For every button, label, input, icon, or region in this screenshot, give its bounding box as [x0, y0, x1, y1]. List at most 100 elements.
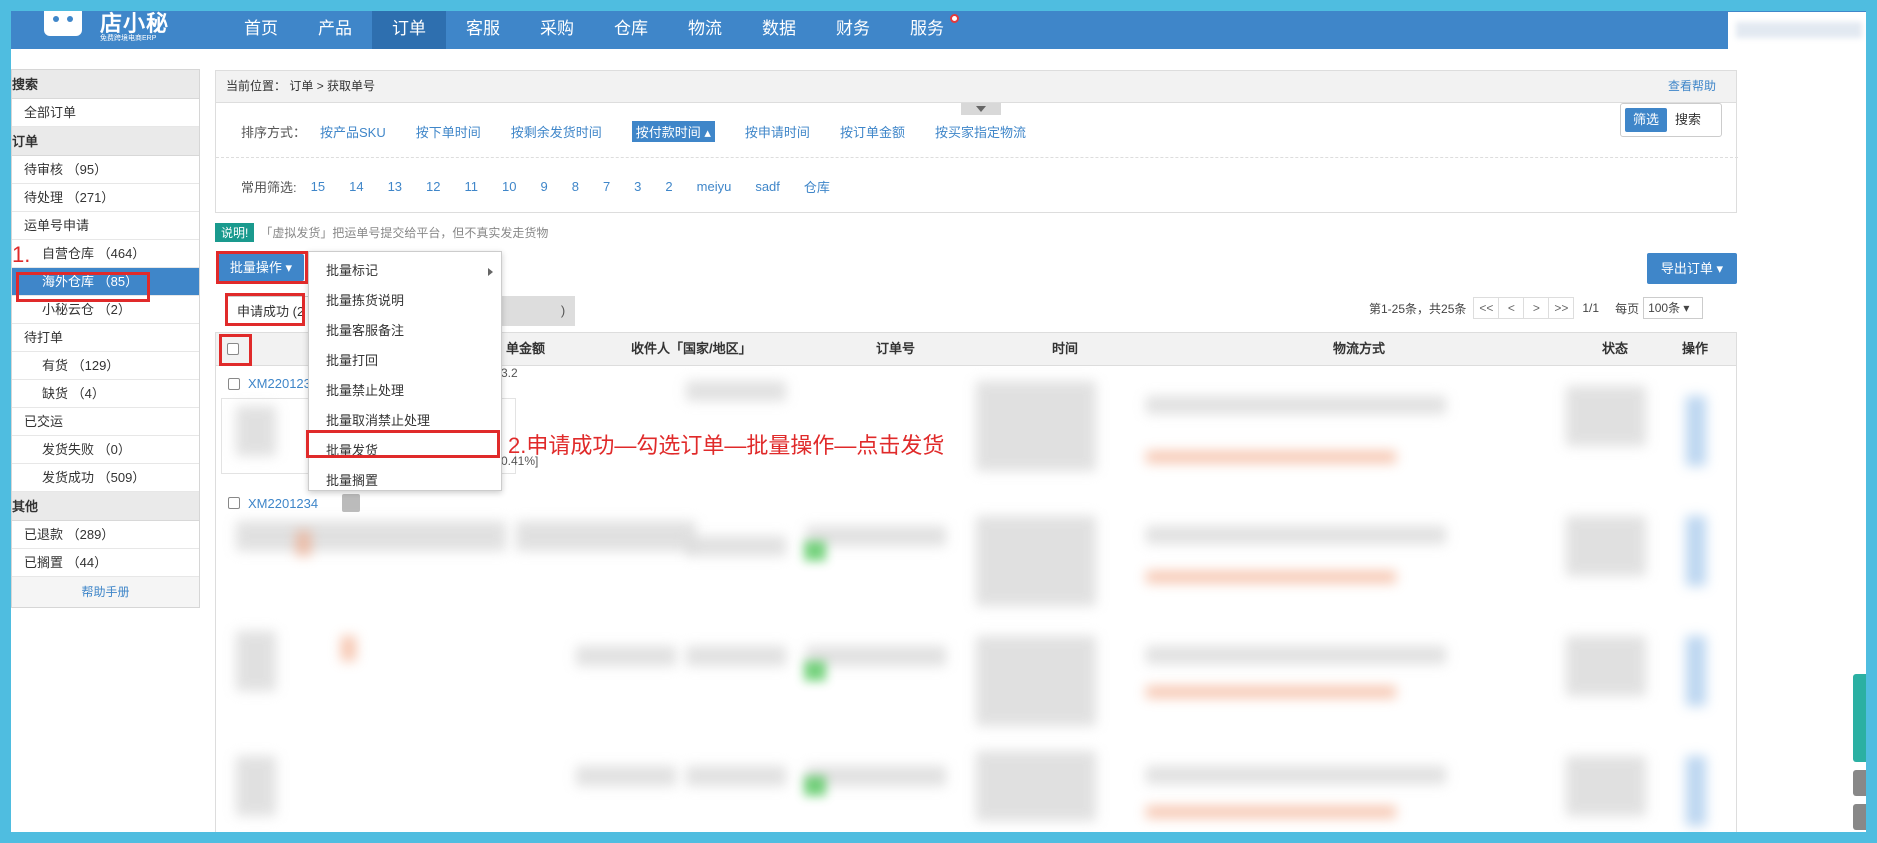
sidebar-item-waybill-apply[interactable]: 运单号申请 [12, 212, 199, 240]
sort-by-apply-time[interactable]: 按申请时间 [745, 122, 810, 141]
sidebar-item-all-orders[interactable]: 全部订单 [12, 99, 199, 127]
menu-item-batch-ship[interactable]: 批量发货 [309, 436, 501, 466]
nav-logistics[interactable]: 物流 [668, 11, 742, 49]
menu-item-batch-hold[interactable]: 批量搁置 [309, 466, 501, 496]
sidebar-item-self-warehouse[interactable]: 自营仓库 （464） [12, 240, 199, 268]
filter-option[interactable]: 9 [540, 179, 547, 194]
filter-option[interactable]: 10 [502, 179, 516, 194]
user-account-area[interactable] [1728, 12, 1872, 49]
breadcrumb-path: 订单 > 获取单号 [289, 79, 376, 93]
col-recipient: 收件人「国家/地区」 [631, 341, 752, 356]
per-page-select[interactable]: 100条 ▾ [1643, 297, 1704, 319]
sidebar-item-overseas-warehouse[interactable]: 海外仓库 （85） [12, 268, 199, 296]
collapse-arrow-icon[interactable] [961, 103, 1001, 115]
nav-warehouse[interactable]: 仓库 [594, 11, 668, 49]
sidebar-item-ship-failed[interactable]: 发货失败 （0） [12, 436, 199, 464]
export-orders-button[interactable]: 导出订单 ▾ [1647, 253, 1737, 284]
menu-item-batch-cs-note[interactable]: 批量客服备注 [309, 316, 501, 346]
sidebar-item-in-stock[interactable]: 有货 （129） [12, 352, 199, 380]
info-note: 说明! 「虚拟发货」把运单号提交给平台，但不真实发走货物 [215, 223, 548, 242]
tab-apply-success[interactable]: 申请成功 (2 [226, 296, 316, 326]
next-page-button[interactable]: > [1523, 297, 1550, 319]
order-number-link[interactable]: XM2201234 [248, 496, 318, 511]
nav-products[interactable]: 产品 [298, 11, 372, 49]
filter-option[interactable]: 14 [349, 179, 363, 194]
nav-orders[interactable]: 订单 [372, 11, 446, 49]
order-row[interactable]: XM2201234 [228, 494, 361, 512]
nav-purchasing[interactable]: 采购 [520, 11, 594, 49]
filter-option[interactable]: 2 [665, 179, 672, 194]
sort-by-remaining-ship-time[interactable]: 按剩余发货时间 [511, 122, 602, 141]
col-status: 状态 [1602, 341, 1629, 356]
top-navbar: 店小秘 免费跨境电商ERP 首页 产品 订单 客服 采购 仓库 物流 数据 财务… [0, 0, 1877, 49]
col-time: 时间 [1052, 341, 1079, 356]
menu-item-batch-return[interactable]: 批量打回 [309, 346, 501, 376]
sidebar-help-link[interactable]: 帮助手册 [12, 577, 199, 607]
side-tool-icon[interactable] [1853, 804, 1866, 830]
nav-customer-service[interactable]: 客服 [446, 11, 520, 49]
sidebar-item-out-of-stock[interactable]: 缺货 （4） [12, 380, 199, 408]
filter-option[interactable]: 12 [426, 179, 440, 194]
logo[interactable]: 店小秘 免费跨境电商ERP [44, 6, 184, 42]
select-all-checkbox[interactable] [227, 343, 239, 357]
filter-option[interactable]: 3 [634, 179, 641, 194]
sort-by-payment-time[interactable]: 按付款时间 ▴ [631, 121, 715, 142]
menu-item-batch-pick-note[interactable]: 批量拣货说明 [309, 286, 501, 316]
note-tag: 说明! [215, 223, 255, 242]
nav-home[interactable]: 首页 [224, 11, 298, 49]
toggle-filter[interactable]: 筛选 [1625, 108, 1668, 132]
col-order-no: 订单号 [876, 341, 916, 356]
sidebar-item-ship-success[interactable]: 发货成功 （509） [12, 464, 199, 492]
sidebar-item-to-print[interactable]: 待打单 [12, 324, 199, 352]
filter-option[interactable]: meiyu [697, 179, 732, 194]
filter-panel: 排序方式： 按产品SKU 按下单时间 按剩余发货时间 按付款时间 ▴ 按申请时间… [215, 103, 1738, 213]
row-checkbox[interactable] [228, 497, 240, 509]
submenu-arrow-icon [488, 268, 493, 276]
menu-item-batch-unforbid[interactable]: 批量取消禁止处理 [309, 406, 501, 436]
common-filter-row: 常用筛选: 15 14 13 12 11 10 9 8 7 3 2 meiyu … [241, 177, 854, 196]
sidebar-item-pending-review[interactable]: 待审核 （95） [12, 156, 199, 184]
sidebar: 搜索 全部订单 订单 待审核 （95） 待处理 （271） 运单号申请 自营仓库… [11, 69, 200, 608]
sidebar-item-shipped[interactable]: 已交运 [12, 408, 199, 436]
menu-item-batch-forbid[interactable]: 批量禁止处理 [309, 376, 501, 406]
filter-option[interactable]: 15 [311, 179, 325, 194]
common-filter-label: 常用筛选: [241, 180, 297, 195]
order-row[interactable]: XM220123 [228, 376, 311, 391]
sort-by-buyer-logistics[interactable]: 按买家指定物流 [935, 122, 1026, 141]
annotation-step1: 1. [12, 242, 31, 267]
sort-by-order-time[interactable]: 按下单时间 [416, 122, 481, 141]
view-help-link[interactable]: 查看帮助 [1668, 71, 1716, 102]
sort-row: 排序方式： 按产品SKU 按下单时间 按剩余发货时间 按付款时间 ▴ 按申请时间… [241, 121, 1056, 142]
nav-finance[interactable]: 财务 [816, 11, 890, 49]
sidebar-item-refunded[interactable]: 已退款 （289） [12, 521, 199, 549]
batch-operation-button[interactable]: 批量操作 ▾ [218, 254, 304, 281]
feedback-widget[interactable] [1853, 674, 1866, 762]
menu-item-batch-mark[interactable]: 批量标记 [309, 256, 501, 286]
filter-option[interactable]: sadf [755, 179, 780, 194]
filter-option[interactable]: 8 [572, 179, 579, 194]
page-indicator: 1/1 [1582, 301, 1600, 315]
last-page-button[interactable]: >> [1548, 297, 1575, 319]
breadcrumb-label: 当前位置： [226, 79, 287, 93]
prev-page-button[interactable]: < [1498, 297, 1525, 319]
toggle-search[interactable]: 搜索 [1667, 108, 1709, 132]
breadcrumb: 当前位置： 订单 > 获取单号 查看帮助 [215, 70, 1737, 103]
order-number-link[interactable]: XM220123 [248, 376, 311, 391]
row-checkbox[interactable] [228, 377, 240, 390]
first-page-button[interactable]: << [1473, 297, 1500, 319]
filter-option[interactable]: 7 [603, 179, 610, 194]
main-nav: 首页 产品 订单 客服 采购 仓库 物流 数据 财务 服务 [224, 11, 964, 49]
nav-data[interactable]: 数据 [742, 11, 816, 49]
sidebar-item-pending-process[interactable]: 待处理 （271） [12, 184, 199, 212]
pagination: 第1-25条，共25条 << < > >> 1/1 每页 100条 ▾ [1361, 295, 1704, 321]
filter-option[interactable]: 仓库 [804, 177, 830, 196]
filter-option[interactable]: 13 [388, 179, 402, 194]
sort-by-sku[interactable]: 按产品SKU [320, 122, 386, 141]
side-tool-icon[interactable] [1853, 770, 1866, 796]
sidebar-item-xiaomi-cloud[interactable]: 小秘云仓 （2） [12, 296, 199, 324]
sidebar-item-on-hold[interactable]: 已搁置 （44） [12, 549, 199, 577]
filter-option[interactable]: 11 [465, 179, 479, 194]
annotation-step2: 2.申请成功—勾选订单—批量操作—点击发货 [508, 433, 945, 458]
sort-by-amount[interactable]: 按订单金额 [840, 122, 905, 141]
col-action: 操作 [1682, 341, 1709, 356]
